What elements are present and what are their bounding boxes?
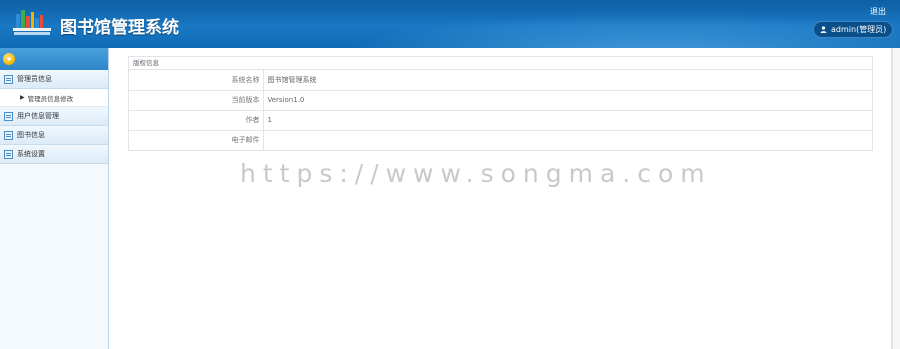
- panel-title: 版权信息: [129, 57, 872, 70]
- info-table: 系统名称 图书馆管理系统 当前版本 Version1.0 作者 1 电子邮件: [129, 70, 872, 150]
- sidebar-subitem-label: 管理员信息修改: [27, 94, 74, 103]
- app-title: 图书馆管理系统: [60, 18, 179, 38]
- sidebar-item-label: 图书信息: [17, 131, 45, 139]
- sidebar-subitem-admin-edit[interactable]: ▶ 管理员信息修改: [0, 89, 108, 107]
- table-row: 当前版本 Version1.0: [129, 90, 872, 111]
- sidebar-item-user-management[interactable]: 用户信息管理: [0, 107, 108, 126]
- sidebar: 管理员信息 ▶ 管理员信息修改 用户信息管理 图书信息 系统设置: [0, 48, 109, 349]
- sidebar-item-label: 用户信息管理: [17, 112, 59, 120]
- row-value: [263, 130, 872, 150]
- main-content: 版权信息 系统名称 图书馆管理系统 当前版本 Version1.0 作者 1 电…: [109, 48, 892, 349]
- copyright-panel: 版权信息 系统名称 图书馆管理系统 当前版本 Version1.0 作者 1 电…: [128, 56, 873, 151]
- sidebar-top-bar: [0, 48, 108, 70]
- logout-link[interactable]: 退出: [870, 6, 886, 17]
- sidebar-item-label: 系统设置: [17, 150, 45, 158]
- caret-right-icon: ▶: [20, 94, 25, 101]
- sidebar-item-system-settings[interactable]: 系统设置: [0, 145, 108, 164]
- table-row: 电子邮件: [129, 130, 872, 150]
- collapse-toggle-button[interactable]: [3, 53, 15, 65]
- list-icon: [4, 130, 13, 140]
- row-value: 1: [263, 110, 872, 131]
- sidebar-item-label: 管理员信息: [17, 75, 52, 83]
- top-header: 图书馆管理系统 退出 admin(管理员): [0, 0, 900, 48]
- sidebar-item-book-info[interactable]: 图书信息: [0, 126, 108, 145]
- row-label: 作者: [129, 110, 264, 131]
- list-icon: [4, 74, 13, 84]
- table-row: 作者 1: [129, 110, 872, 131]
- header-decoration: [240, 0, 900, 48]
- chevron-down-icon: [6, 57, 12, 61]
- vertical-scrollbar[interactable]: [892, 48, 900, 349]
- watermark-text: https://www.songma.com: [240, 159, 712, 188]
- library-logo-icon: [13, 10, 51, 35]
- user-badge[interactable]: admin(管理员): [813, 21, 893, 38]
- row-label: 电子邮件: [129, 130, 264, 150]
- user-name: admin(管理员): [831, 25, 887, 34]
- row-value: 图书馆管理系统: [263, 70, 872, 91]
- list-icon: [4, 111, 13, 121]
- row-value: Version1.0: [263, 90, 872, 111]
- row-label: 当前版本: [129, 90, 264, 111]
- table-row: 系统名称 图书馆管理系统: [129, 70, 872, 91]
- user-icon: [820, 26, 827, 33]
- list-icon: [4, 149, 13, 159]
- row-label: 系统名称: [129, 70, 264, 91]
- sidebar-item-admin-info[interactable]: 管理员信息: [0, 70, 108, 89]
